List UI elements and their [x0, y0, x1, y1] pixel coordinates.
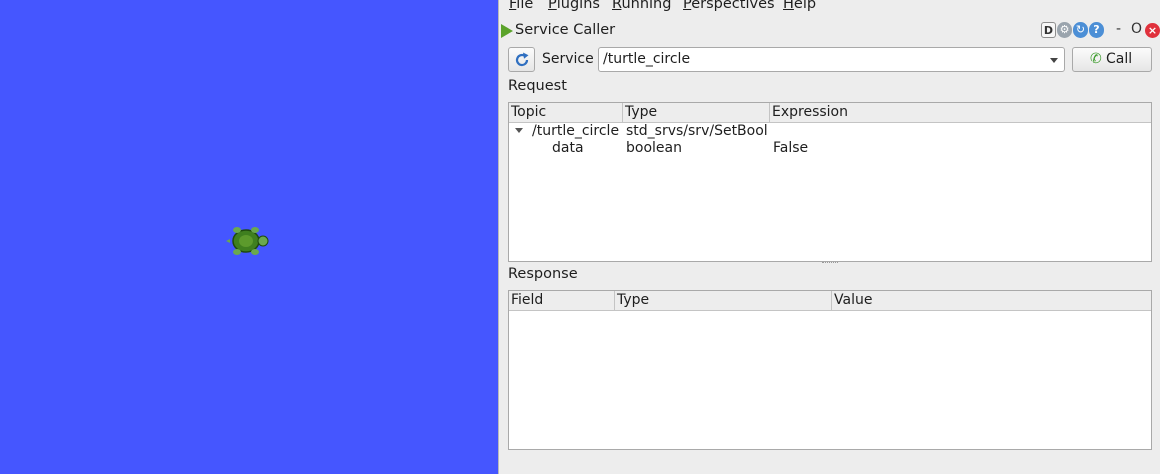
column-field[interactable]: Field — [509, 291, 615, 311]
minimize-button[interactable]: - — [1116, 21, 1121, 37]
column-value[interactable]: Value — [832, 291, 1151, 311]
play-icon — [501, 24, 513, 38]
rqt-window: File Plugins Running Perspectives Help S… — [499, 0, 1160, 474]
menu-running[interactable]: Running — [612, 0, 671, 12]
row-topic[interactable]: /turtle_circle — [532, 123, 619, 139]
row-field[interactable]: data — [552, 140, 584, 156]
response-label: Response — [508, 266, 578, 282]
plugin-titlebar: Service Caller D ⚙ ↻ ? - O × — [499, 20, 1160, 42]
service-label: Service — [542, 51, 594, 67]
row-expression[interactable]: False — [773, 140, 808, 156]
response-tree-header: Field Type Value — [509, 291, 1151, 311]
restore-button[interactable]: O — [1131, 21, 1142, 37]
row-type[interactable]: std_srvs/srv/SetBool — [626, 123, 768, 139]
phone-icon: ✆ — [1090, 51, 1102, 67]
chevron-down-icon[interactable] — [515, 128, 523, 133]
splitter-handle[interactable] — [822, 262, 838, 264]
menu-perspectives[interactable]: Perspectives — [683, 0, 775, 12]
reload-icon[interactable]: ↻ — [1073, 22, 1088, 38]
gear-icon[interactable]: ⚙ — [1057, 22, 1072, 38]
request-tree[interactable]: Topic Type Expression /turtle_circle std… — [508, 102, 1152, 262]
plugin-title: Service Caller — [515, 22, 616, 38]
menu-plugins[interactable]: Plugins — [548, 0, 600, 12]
dock-button[interactable]: D — [1041, 22, 1056, 38]
column-type[interactable]: Type — [615, 291, 832, 311]
turtlesim-canvas — [0, 0, 498, 474]
refresh-button[interactable] — [508, 47, 535, 72]
close-icon[interactable]: × — [1145, 23, 1160, 38]
turtle-icon — [226, 227, 269, 255]
service-selected-value: /turtle_circle — [603, 51, 691, 67]
request-tree-header: Topic Type Expression — [509, 103, 1151, 123]
row-field-type[interactable]: boolean — [626, 140, 682, 156]
chevron-down-icon — [1050, 58, 1058, 63]
response-tree[interactable]: Field Type Value — [508, 290, 1152, 450]
column-type[interactable]: Type — [623, 103, 770, 123]
menubar: File Plugins Running Perspectives Help — [499, 0, 1160, 16]
menu-file[interactable]: File — [509, 0, 533, 12]
call-button-label: Call — [1106, 51, 1133, 67]
request-label: Request — [508, 78, 567, 94]
service-combobox[interactable]: /turtle_circle — [598, 47, 1065, 72]
column-topic[interactable]: Topic — [509, 103, 623, 123]
help-icon[interactable]: ? — [1089, 22, 1104, 38]
menu-help[interactable]: Help — [783, 0, 816, 12]
call-button[interactable]: ✆ Call — [1072, 47, 1152, 72]
column-expression[interactable]: Expression — [770, 103, 1151, 123]
refresh-icon — [515, 52, 529, 67]
